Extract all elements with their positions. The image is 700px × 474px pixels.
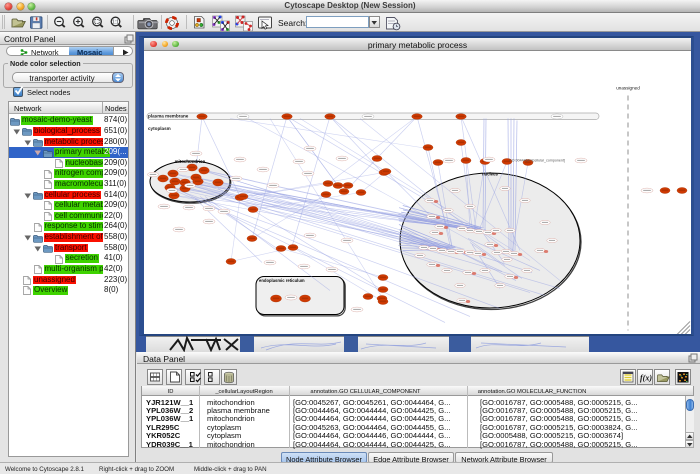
svg-text:endoplasmic reticulum: endoplasmic reticulum xyxy=(259,278,305,283)
svg-text:f(x): f(x) xyxy=(640,374,652,383)
svg-text:mitochondrion: mitochondrion xyxy=(175,159,206,164)
svg-text:plasma membrane: plasma membrane xyxy=(148,113,189,118)
svg-text:cytoplasm: cytoplasm xyxy=(148,126,171,131)
svg-text:GO:0044464=[cellular_component: GO:0044464=[cellular_component] xyxy=(509,158,565,162)
svg-text:unassigned: unassigned xyxy=(616,85,640,90)
svg-text:nucleus: nucleus xyxy=(482,171,498,176)
